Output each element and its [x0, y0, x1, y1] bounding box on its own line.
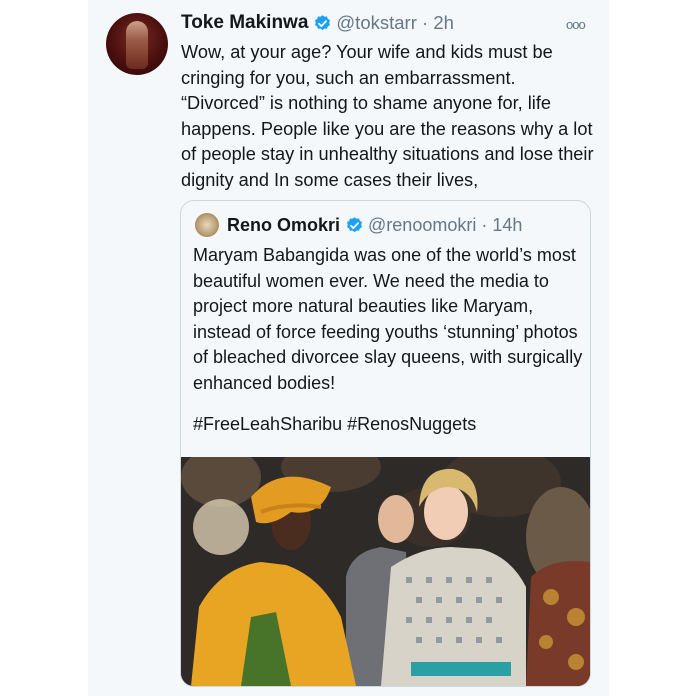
tweet-text: Wow, at your age? Your wife and kids mus… [181, 42, 594, 190]
quoted-tweet-photo[interactable] [181, 457, 590, 686]
quoted-tweet-time[interactable]: 14h [492, 215, 522, 236]
dot-separator: · [476, 214, 493, 235]
quoted-author-avatar[interactable] [195, 213, 219, 237]
quoted-tweet-hashtags[interactable]: #FreeLeahSharibu #RenosNuggets [193, 412, 476, 438]
dot-separator: · [416, 12, 434, 33]
verified-badge-icon [315, 14, 331, 30]
more-icon[interactable]: ooo [566, 17, 586, 32]
author-handle[interactable]: @tokstarr [336, 12, 416, 34]
avatar-figure [126, 21, 148, 69]
quoted-tweet-header: Reno Omokri @renoomokri · 14h [195, 211, 522, 239]
quoted-tweet[interactable]: Reno Omokri @renoomokri · 14h Maryam Bab… [180, 200, 591, 687]
tweet-header: Toke Makinwa @tokstarr · 2h [181, 10, 454, 36]
quoted-tweet-text: Maryam Babangida was one of the world’s … [193, 245, 583, 393]
author-name[interactable]: Toke Makinwa [181, 12, 308, 34]
photo-illustration [181, 457, 590, 686]
quoted-author-name[interactable]: Reno Omokri [227, 215, 340, 236]
tweet-time[interactable]: 2h [433, 12, 454, 34]
verified-badge-icon [347, 216, 363, 232]
quoted-author-handle[interactable]: @renoomokri [368, 215, 476, 236]
author-avatar[interactable] [106, 13, 168, 75]
